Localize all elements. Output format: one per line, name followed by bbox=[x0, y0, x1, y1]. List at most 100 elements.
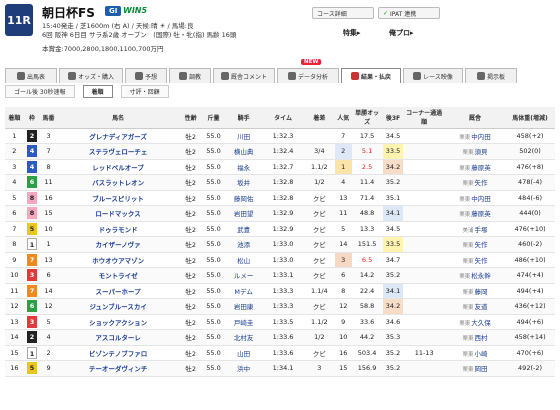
col-waku[interactable]: 枠 bbox=[23, 107, 41, 129]
col-corner[interactable]: コーナー通過順 bbox=[403, 107, 445, 129]
cell-trainer[interactable]: 栗東須貝 bbox=[444, 143, 506, 160]
cell-name[interactable]: スーパーホープ bbox=[56, 283, 180, 299]
cell-jockey[interactable]: 池添 bbox=[224, 236, 263, 253]
col-popularity[interactable]: 人気 bbox=[334, 107, 352, 129]
trainer-name[interactable]: 友道 bbox=[474, 303, 487, 311]
cell-time: 1:33.5 bbox=[262, 314, 304, 330]
cell-trainer[interactable]: 栗東矢作 bbox=[444, 174, 506, 191]
trainer-name[interactable]: 藤岡 bbox=[474, 288, 487, 296]
cell-trainer[interactable]: 栗東岡田 bbox=[444, 360, 506, 377]
cell-trainer[interactable]: 栗東藤原英 bbox=[444, 159, 506, 175]
cell-trainer[interactable]: 栗東大久保 bbox=[444, 314, 506, 330]
cell-jockey[interactable]: 岩田望 bbox=[224, 205, 263, 222]
trainer-name[interactable]: 中内田 bbox=[471, 133, 491, 141]
cell-jockey[interactable]: 坂井 bbox=[224, 174, 263, 191]
cell-name[interactable]: ジュンブルースカイ bbox=[56, 298, 180, 315]
cell-jockey[interactable]: 松山 bbox=[224, 252, 263, 268]
col-num[interactable]: 馬番 bbox=[40, 107, 57, 129]
tab-bbs[interactable]: 掲示板 bbox=[465, 68, 517, 83]
tab-results[interactable]: 結果・払戻 bbox=[341, 68, 401, 83]
cell-name[interactable]: ブルースピリット bbox=[56, 190, 180, 206]
cell-jockey[interactable]: 横山典 bbox=[224, 143, 263, 160]
col-last3f[interactable]: 後3F bbox=[382, 107, 404, 129]
cell-jockey[interactable]: Mデム bbox=[224, 283, 263, 299]
tab-odds[interactable]: オッズ・購入 bbox=[59, 68, 123, 83]
col-jockey[interactable]: 騎手 bbox=[224, 107, 263, 129]
course-detail-button[interactable]: コース詳細 bbox=[312, 7, 374, 19]
trainer-name[interactable]: 小崎 bbox=[474, 350, 487, 358]
trainer-name[interactable]: 藤原英 bbox=[471, 210, 491, 218]
trainer-name[interactable]: 矢作 bbox=[474, 179, 487, 187]
cell-odds: 151.5 bbox=[351, 236, 383, 253]
cell-jockey[interactable]: 武豊 bbox=[224, 221, 263, 237]
cell-trainer[interactable]: 栗東小崎 bbox=[444, 345, 506, 361]
col-weight[interactable]: 馬体重(増減) bbox=[505, 107, 555, 129]
cell-trainer[interactable]: 栗東松永幹 bbox=[444, 267, 506, 284]
cell-trainer[interactable]: 栗東矢作 bbox=[444, 236, 506, 253]
cell-trainer[interactable]: 栗東西村 bbox=[444, 329, 506, 346]
tab-prediction[interactable]: 予想 bbox=[125, 68, 167, 83]
cell-name[interactable]: ステラヴェローチェ bbox=[56, 143, 180, 160]
trainer-name[interactable]: 矢作 bbox=[474, 241, 487, 249]
col-trainer[interactable]: 厩舎 bbox=[444, 107, 506, 129]
col-margin[interactable]: 着差 bbox=[303, 107, 335, 129]
trainer-name[interactable]: 須貝 bbox=[474, 148, 487, 156]
cell-jockey[interactable]: 戸崎圭 bbox=[224, 314, 263, 330]
cell-trainer[interactable]: 栗東藤原英 bbox=[444, 205, 506, 222]
cell-trainer[interactable]: 美浦手塚 bbox=[444, 221, 506, 237]
col-rank[interactable]: 着順 bbox=[5, 107, 24, 129]
tab-race-video[interactable]: レース映像 bbox=[403, 68, 463, 83]
cell-trainer[interactable]: 栗東藤岡 bbox=[444, 283, 506, 299]
cell-name[interactable]: カイザーノヴァ bbox=[56, 236, 180, 253]
cell-jockey[interactable]: 山田 bbox=[224, 345, 263, 361]
cell-name[interactable]: ロードマックス bbox=[56, 205, 180, 222]
subtab-finish-order[interactable]: 着順 bbox=[82, 85, 113, 98]
cell-trainer[interactable]: 栗東矢作 bbox=[444, 252, 506, 268]
cell-jockey[interactable]: 岩田康 bbox=[224, 298, 263, 315]
trainer-name[interactable]: 岡田 bbox=[474, 365, 487, 373]
col-odds[interactable]: 単勝オッズ bbox=[351, 107, 383, 129]
points-link[interactable]: 俺プロ▸ bbox=[389, 28, 414, 38]
cell-jockey[interactable]: 浜中 bbox=[224, 360, 263, 377]
trainer-name[interactable]: 松永幹 bbox=[471, 272, 491, 280]
tab-training[interactable]: 調教 bbox=[169, 68, 211, 83]
cell-name[interactable]: モントライゼ bbox=[56, 267, 180, 284]
cell-trainer[interactable]: 栗東中内田 bbox=[444, 128, 506, 144]
cell-name[interactable]: グレナディアガーズ bbox=[56, 128, 180, 144]
col-kinryo[interactable]: 斤量 bbox=[202, 107, 225, 129]
trainer-name[interactable]: 西村 bbox=[474, 334, 487, 342]
cell-name[interactable]: ホウオウアマゾン bbox=[56, 252, 180, 268]
chart-icon bbox=[287, 72, 296, 80]
cell-trainer[interactable]: 栗東中内田 bbox=[444, 190, 506, 206]
cell-jockey[interactable]: 北村友 bbox=[224, 329, 263, 346]
subtab-review[interactable]: 寸評・回顧 bbox=[120, 85, 169, 98]
cell-jockey[interactable]: 川田 bbox=[224, 128, 263, 144]
waku-badge: 1 bbox=[26, 346, 37, 359]
col-sex-age[interactable]: 性齢 bbox=[179, 107, 203, 129]
cell-name[interactable]: ショックアクション bbox=[56, 314, 180, 330]
col-time[interactable]: タイム bbox=[262, 107, 304, 129]
tab-data-analysis[interactable]: データ分析 bbox=[277, 68, 339, 83]
ipat-link-button[interactable]: ✓ IPAT 連携 bbox=[378, 7, 440, 19]
cell-jockey[interactable]: 福永 bbox=[224, 159, 263, 175]
cell-jockey[interactable]: 藤岡佑 bbox=[224, 190, 263, 206]
cell-name[interactable]: アスコルターレ bbox=[56, 329, 180, 346]
subtab-goal-flash[interactable]: ゴール後 30秒速報 bbox=[5, 85, 75, 98]
cell-name[interactable]: ビゾンテノブファロ bbox=[56, 345, 180, 361]
trainer-name[interactable]: 手塚 bbox=[474, 226, 487, 234]
tab-entries[interactable]: 出馬表 bbox=[5, 68, 57, 83]
cell-name[interactable]: テーオーダヴィンチ bbox=[56, 360, 180, 377]
trainer-name[interactable]: 矢作 bbox=[474, 257, 487, 265]
cell-name[interactable]: ドゥラモンド bbox=[56, 221, 180, 237]
cell-odds: 503.4 bbox=[351, 345, 383, 361]
cell-trainer[interactable]: 栗東友道 bbox=[444, 298, 506, 315]
trainer-name[interactable]: 大久保 bbox=[471, 319, 491, 327]
cell-name[interactable]: レッドベルオーブ bbox=[56, 159, 180, 175]
tab-stable-comment[interactable]: 厩舎コメント bbox=[213, 68, 275, 83]
trainer-name[interactable]: 藤原英 bbox=[471, 164, 491, 172]
col-horse-name[interactable]: 馬名 bbox=[56, 107, 180, 129]
cell-jockey[interactable]: ルメー bbox=[224, 267, 263, 284]
trainer-name[interactable]: 中内田 bbox=[471, 195, 491, 203]
special-link[interactable]: 特集▸ bbox=[343, 28, 361, 38]
cell-name[interactable]: バスラットレオン bbox=[56, 174, 180, 191]
